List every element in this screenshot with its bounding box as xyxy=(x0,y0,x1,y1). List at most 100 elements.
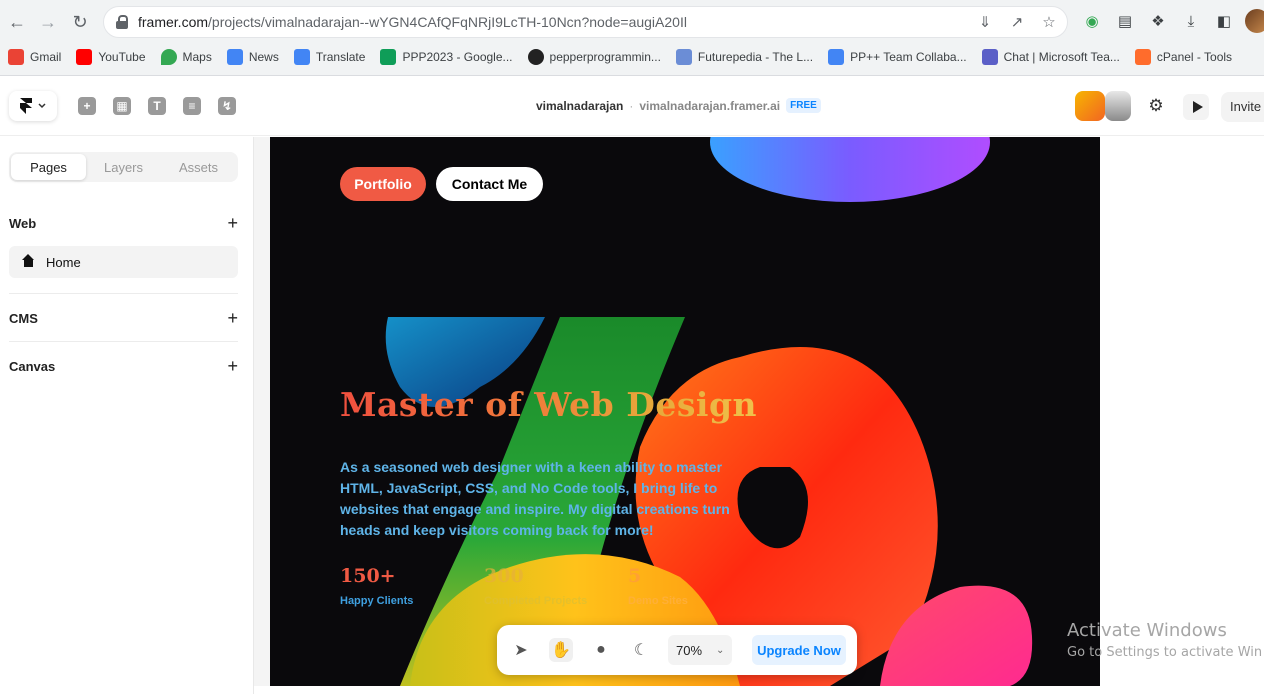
project-owner: vimalnadarajan xyxy=(536,98,624,113)
text-icon[interactable]: T xyxy=(148,97,166,115)
lock-icon xyxy=(116,15,128,29)
forward-icon[interactable]: → xyxy=(35,9,61,35)
title-separator: · xyxy=(629,98,634,113)
bookmark-futurepedia[interactable]: Futurepedia - The L... xyxy=(675,49,813,65)
globe-icon xyxy=(527,49,544,65)
interactions-icon[interactable]: ↯ xyxy=(218,97,236,115)
android-extension-icon[interactable]: ◉ xyxy=(1080,9,1104,33)
stat-label: Demo Sites xyxy=(628,595,688,607)
layout-icon[interactable]: ▦ xyxy=(113,97,131,115)
gmail-icon xyxy=(8,49,24,65)
invite-button[interactable]: Invite xyxy=(1221,92,1264,122)
watermark-title: Activate Windows xyxy=(1067,620,1227,641)
translate-icon xyxy=(293,49,310,65)
plan-badge: FREE xyxy=(786,98,821,113)
bookmark-star-icon[interactable]: ☆ xyxy=(1039,12,1059,32)
project-title[interactable]: vimalnadarajan · vimalnadarajan.framer.a… xyxy=(536,98,821,113)
project-domain: vimalnadarajan.framer.ai xyxy=(639,98,781,113)
page-item-label: Home xyxy=(46,254,81,270)
watermark-subtitle: Go to Settings to activate Win xyxy=(1067,645,1263,660)
upgrade-now-button[interactable]: Upgrade Now xyxy=(752,635,846,665)
install-app-icon[interactable]: ⇓ xyxy=(975,12,995,32)
stat-completed-projects: 300 Completed Projects xyxy=(484,565,587,607)
select-cursor-icon[interactable]: ➤ xyxy=(509,638,533,662)
collaborator-avatar[interactable] xyxy=(1075,91,1105,121)
section-web: Web + xyxy=(9,213,238,234)
user-avatar[interactable] xyxy=(1105,91,1131,121)
bookmark-youtube[interactable]: YouTube xyxy=(76,49,146,65)
collaborators xyxy=(1075,91,1131,121)
preview-play-button[interactable] xyxy=(1183,94,1209,120)
bookmark-maps[interactable]: Maps xyxy=(160,49,212,65)
contact-me-button[interactable]: Contact Me xyxy=(436,167,543,201)
hero-bio: As a seasoned web designer with a keen a… xyxy=(340,459,730,538)
bookmark-pepperprogramming[interactable]: pepperprogrammin... xyxy=(527,49,661,65)
section-canvas: Canvas + xyxy=(9,356,238,377)
reload-icon[interactable]: ↻ xyxy=(67,9,93,35)
barcode-extension-icon[interactable]: ▤ xyxy=(1113,9,1137,33)
bookmark-ppp2023[interactable]: PPP2023 - Google... xyxy=(380,49,513,65)
framer-logo-icon xyxy=(20,98,32,114)
google-sheets-icon xyxy=(380,49,397,65)
chevron-down-icon xyxy=(38,103,46,109)
section-cms-label: CMS xyxy=(9,311,38,326)
site-artboard[interactable]: Portfolio Contact Me Master of Web Desig… xyxy=(270,137,1100,686)
add-page-icon[interactable]: + xyxy=(227,213,238,234)
google-docs-icon xyxy=(828,49,845,65)
stat-label: Completed Projects xyxy=(484,595,588,607)
youtube-icon xyxy=(76,49,93,65)
address-bar[interactable]: framer.com/projects/vimalnadarajan--wYGN… xyxy=(103,6,1068,38)
page-item-home[interactable]: Home xyxy=(9,246,238,278)
panel-tabs: Pages Layers Assets xyxy=(9,152,238,182)
futurepedia-icon xyxy=(675,49,692,65)
news-icon xyxy=(226,49,243,65)
tab-pages[interactable]: Pages xyxy=(11,154,86,180)
canvas-empty-area xyxy=(254,686,1264,694)
design-canvas[interactable]: Portfolio Contact Me Master of Web Desig… xyxy=(254,137,1264,694)
bookmark-teams-chat[interactable]: Chat | Microsoft Tea... xyxy=(981,49,1120,65)
bookmark-news[interactable]: News xyxy=(226,49,279,65)
tab-layers[interactable]: Layers xyxy=(86,154,161,180)
framer-toolbar: + ▦ T ≡ ↯ vimalnadarajan · vimalnadaraja… xyxy=(0,76,1264,136)
chevron-down-icon: ⌄ xyxy=(716,644,725,656)
add-collection-icon[interactable]: + xyxy=(227,308,238,329)
framer-menu-button[interactable] xyxy=(9,91,57,121)
back-icon[interactable]: ← xyxy=(4,9,30,35)
share-icon[interactable]: ↗ xyxy=(1007,12,1027,32)
stat-value: 150+ xyxy=(340,565,396,587)
add-canvas-icon[interactable]: + xyxy=(227,356,238,377)
dark-mode-moon-icon[interactable]: ☾ xyxy=(629,638,653,662)
comment-icon[interactable]: ● xyxy=(589,638,613,662)
hand-tool-icon[interactable]: ✋ xyxy=(549,638,573,662)
microsoft-teams-icon xyxy=(981,49,998,65)
bookmark-gmail[interactable]: Gmail xyxy=(8,49,61,65)
divider xyxy=(9,293,238,294)
activate-windows-watermark: Activate Windows Go to Settings to activ… xyxy=(1067,620,1262,660)
profile-avatar[interactable] xyxy=(1245,9,1264,33)
cpanel-icon xyxy=(1134,49,1151,65)
bookmark-pp-team[interactable]: PP++ Team Collaba... xyxy=(828,49,967,65)
side-panel-icon[interactable]: ◧ xyxy=(1212,9,1236,33)
canvas-toolbar: ➤ ✋ ● ☾ 70% ⌄ Upgrade Now xyxy=(497,625,857,675)
extensions-puzzle-icon[interactable]: ❖ xyxy=(1146,9,1170,33)
settings-gear-icon[interactable]: ⚙ xyxy=(1144,94,1168,118)
hero-headline: Master of Web Design xyxy=(340,385,758,424)
portfolio-button[interactable]: Portfolio xyxy=(340,167,426,201)
bookmark-translate[interactable]: Translate xyxy=(293,49,365,65)
home-icon xyxy=(22,253,34,268)
cms-icon[interactable]: ≡ xyxy=(183,97,201,115)
insert-icon[interactable]: + xyxy=(78,97,96,115)
url-text: framer.com/projects/vimalnadarajan--wYGN… xyxy=(138,14,687,30)
tab-assets[interactable]: Assets xyxy=(161,154,236,180)
canvas-empty-area xyxy=(1100,137,1264,694)
stat-value: 300 xyxy=(484,565,524,587)
section-cms: CMS + xyxy=(9,308,238,329)
stat-demo-sites: 5 Demo Sites xyxy=(628,565,688,607)
zoom-select[interactable]: 70% ⌄ xyxy=(668,635,732,665)
maps-icon xyxy=(160,49,177,65)
zoom-value: 70% xyxy=(676,642,703,658)
bookmark-cpanel[interactable]: cPanel - Tools xyxy=(1134,49,1232,65)
downloads-icon[interactable]: ⤓ xyxy=(1179,9,1203,33)
divider xyxy=(9,341,238,342)
stat-label: Happy Clients xyxy=(340,595,414,607)
